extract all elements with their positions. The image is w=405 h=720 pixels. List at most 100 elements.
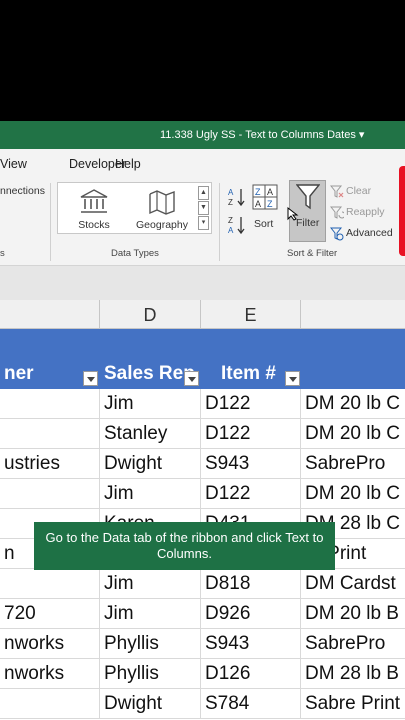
- chevron-down-icon[interactable]: ▼: [198, 201, 209, 215]
- ribbon: nnections s Stocks Geography ▲ ▼ ▾ Data …: [0, 179, 405, 266]
- filter-dropdown-icon[interactable]: [83, 371, 98, 386]
- table-cell[interactable]: D926: [201, 599, 301, 629]
- column-header-c[interactable]: [0, 300, 100, 329]
- queries-group-label: s: [0, 248, 5, 259]
- table-cell[interactable]: DM 20 lb C: [301, 479, 405, 509]
- table-cell[interactable]: Dwight: [100, 449, 201, 479]
- table-cell[interactable]: ustries: [0, 449, 100, 479]
- clear-button[interactable]: Clear: [330, 184, 390, 200]
- table-cell[interactable]: SabrePro: [301, 449, 405, 479]
- table-cell[interactable]: DM 20 lb C: [301, 419, 405, 449]
- gallery-scroll[interactable]: ▲ ▼ ▾: [198, 186, 209, 230]
- sort-za-icon: Z A: [228, 216, 245, 235]
- column-header-f[interactable]: [301, 300, 405, 329]
- table-cell[interactable]: Phyllis: [100, 629, 201, 659]
- table-cell[interactable]: DM Cardst: [301, 569, 405, 599]
- table-cell[interactable]: [0, 479, 100, 509]
- stocks-button[interactable]: Stocks: [64, 187, 124, 231]
- svg-text:A: A: [228, 188, 234, 197]
- svg-text:Z: Z: [255, 187, 261, 197]
- table-row: Stanley D122 DM 20 lb C: [0, 419, 405, 449]
- more-icon[interactable]: ▾: [198, 216, 209, 230]
- reapply-icon: [330, 206, 344, 219]
- filter-dropdown-icon[interactable]: [285, 371, 300, 386]
- table-row: Jim D122 DM 20 lb C: [0, 389, 405, 419]
- sort-descending-button[interactable]: Z A: [228, 215, 246, 235]
- clear-filter-icon: [330, 185, 344, 198]
- filter-button[interactable]: Filter: [287, 180, 326, 242]
- sort-dialog-icon: Z A A Z: [252, 184, 277, 210]
- table-cell[interactable]: D126: [201, 659, 301, 689]
- sort-button[interactable]: Z A A Z Sort: [251, 184, 278, 234]
- table-row: Jim D818 DM Cardst: [0, 569, 405, 599]
- chevron-up-icon[interactable]: ▲: [198, 186, 209, 200]
- table-cell[interactable]: Jim: [100, 389, 201, 419]
- data-types-gallery: Stocks Geography ▲ ▼ ▾: [57, 182, 212, 234]
- table-cell[interactable]: S943: [201, 449, 301, 479]
- data-types-group-label: Data Types: [111, 248, 159, 259]
- geography-label: Geography: [136, 219, 188, 231]
- table-cell[interactable]: DM 28 lb B: [301, 659, 405, 689]
- table-cell[interactable]: DM 20 lb C: [301, 389, 405, 419]
- advanced-filter-icon: [330, 227, 344, 241]
- ribbon-separator: [219, 183, 220, 261]
- column-header-e[interactable]: E: [201, 300, 301, 329]
- table-cell[interactable]: [0, 569, 100, 599]
- table-cell[interactable]: 720: [0, 599, 100, 629]
- table-cell[interactable]: Jim: [100, 599, 201, 629]
- table-header-customer[interactable]: ner: [0, 329, 100, 389]
- filter-dropdown-icon[interactable]: [184, 371, 199, 386]
- sort-ascending-button[interactable]: A Z: [228, 187, 246, 207]
- table-cell[interactable]: D818: [201, 569, 301, 599]
- table-cell[interactable]: Phyllis: [100, 659, 201, 689]
- tab-view[interactable]: View: [0, 157, 27, 171]
- formula-bar-area: [0, 266, 405, 300]
- advanced-label: Advanced: [346, 227, 393, 239]
- svg-text:Z: Z: [267, 199, 273, 209]
- header-text: ner: [4, 363, 34, 384]
- stocks-icon: [80, 189, 108, 213]
- column-headers: D E: [0, 300, 405, 329]
- tab-help[interactable]: Help: [115, 157, 141, 171]
- reapply-button[interactable]: Reapply: [330, 205, 390, 221]
- sort-label: Sort: [254, 218, 274, 230]
- mouse-cursor-icon: [287, 207, 299, 221]
- sort-az-icon: A Z: [228, 188, 245, 207]
- ribbon-separator: [50, 183, 51, 261]
- table-cell[interactable]: Sabre Print: [301, 689, 405, 719]
- table-row: ustries Dwight S943 SabrePro: [0, 449, 405, 479]
- table-row: nworks Phyllis D126 DM 28 lb B: [0, 659, 405, 689]
- table-cell[interactable]: S784: [201, 689, 301, 719]
- table-cell[interactable]: nworks: [0, 659, 100, 689]
- ribbon-tabs: View Developer Help: [0, 149, 405, 179]
- svg-text:A: A: [267, 187, 273, 197]
- advanced-button[interactable]: Advanced: [330, 226, 396, 242]
- table-cell[interactable]: DM 20 lb B: [301, 599, 405, 629]
- table-cell[interactable]: S943: [201, 629, 301, 659]
- table-cell[interactable]: [0, 689, 100, 719]
- header-text: Sales Rep: [104, 363, 195, 384]
- table-cell[interactable]: Stanley: [100, 419, 201, 449]
- svg-text:A: A: [255, 199, 261, 209]
- connections-button[interactable]: nnections: [0, 185, 45, 197]
- window-title: 11.338 Ugly SS - Text to Columns Dates ▾: [160, 129, 365, 141]
- table-cell[interactable]: D122: [201, 479, 301, 509]
- funnel-icon: [296, 184, 320, 210]
- table-cell[interactable]: [0, 389, 100, 419]
- table-header-item[interactable]: Item #: [201, 329, 301, 389]
- table-header-sales-rep[interactable]: Sales Rep: [100, 329, 201, 389]
- map-icon: [149, 190, 175, 215]
- svg-text:Z: Z: [228, 216, 233, 225]
- table-cell[interactable]: D122: [201, 389, 301, 419]
- table-cell[interactable]: nworks: [0, 629, 100, 659]
- geography-button[interactable]: Geography: [132, 187, 192, 231]
- table-cell[interactable]: Jim: [100, 479, 201, 509]
- filter-label: Filter: [296, 217, 320, 229]
- table-header-description[interactable]: [301, 329, 405, 389]
- table-cell[interactable]: SabrePro: [301, 629, 405, 659]
- column-header-d[interactable]: D: [100, 300, 201, 329]
- table-cell[interactable]: Dwight: [100, 689, 201, 719]
- table-cell[interactable]: D122: [201, 419, 301, 449]
- table-cell[interactable]: [0, 419, 100, 449]
- table-cell[interactable]: Jim: [100, 569, 201, 599]
